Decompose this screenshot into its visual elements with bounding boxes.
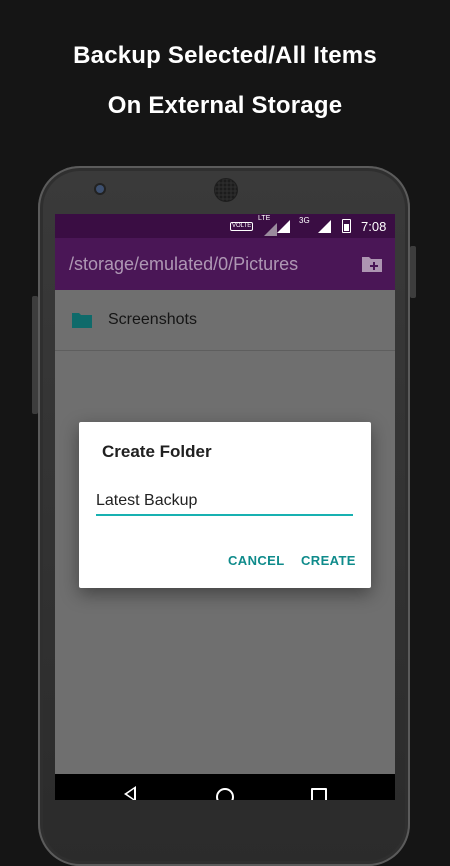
network-type-label: 3G bbox=[299, 216, 310, 225]
phone-speaker bbox=[214, 178, 238, 202]
signal-icon bbox=[277, 214, 290, 238]
promo-headline-line1: Backup Selected/All Items bbox=[73, 42, 377, 69]
current-path: /storage/emulated/0/Pictures bbox=[69, 254, 299, 274]
home-icon[interactable] bbox=[216, 788, 234, 800]
promo-headline-line2: On External Storage bbox=[107, 92, 343, 119]
clock: 7:08 bbox=[361, 218, 387, 234]
volte-badge: VOLTE bbox=[230, 221, 254, 231]
recent-apps-icon[interactable] bbox=[311, 788, 327, 800]
cancel-button[interactable]: CANCEL bbox=[228, 553, 285, 568]
battery-icon bbox=[342, 214, 351, 238]
list-item[interactable]: Screenshots bbox=[55, 290, 395, 351]
front-camera bbox=[96, 185, 104, 193]
lte-icon: LTE bbox=[258, 214, 277, 238]
signal-icon bbox=[318, 214, 331, 238]
status-bar: VOLTE LTE 3G 7:08 bbox=[55, 214, 395, 238]
back-icon[interactable] bbox=[124, 786, 136, 800]
folder-name-input[interactable] bbox=[96, 488, 353, 516]
app-toolbar: /storage/emulated/0/Pictures bbox=[55, 238, 395, 290]
phone-power-button bbox=[410, 246, 416, 298]
create-button[interactable]: CREATE bbox=[301, 553, 356, 568]
dialog-title: Create Folder bbox=[102, 442, 212, 461]
folder-icon bbox=[72, 313, 92, 328]
system-nav-bar bbox=[55, 774, 395, 800]
create-folder-icon[interactable] bbox=[361, 255, 383, 273]
list-item-label: Screenshots bbox=[108, 311, 197, 328]
create-folder-dialog: Create Folder CANCEL CREATE bbox=[79, 422, 371, 588]
